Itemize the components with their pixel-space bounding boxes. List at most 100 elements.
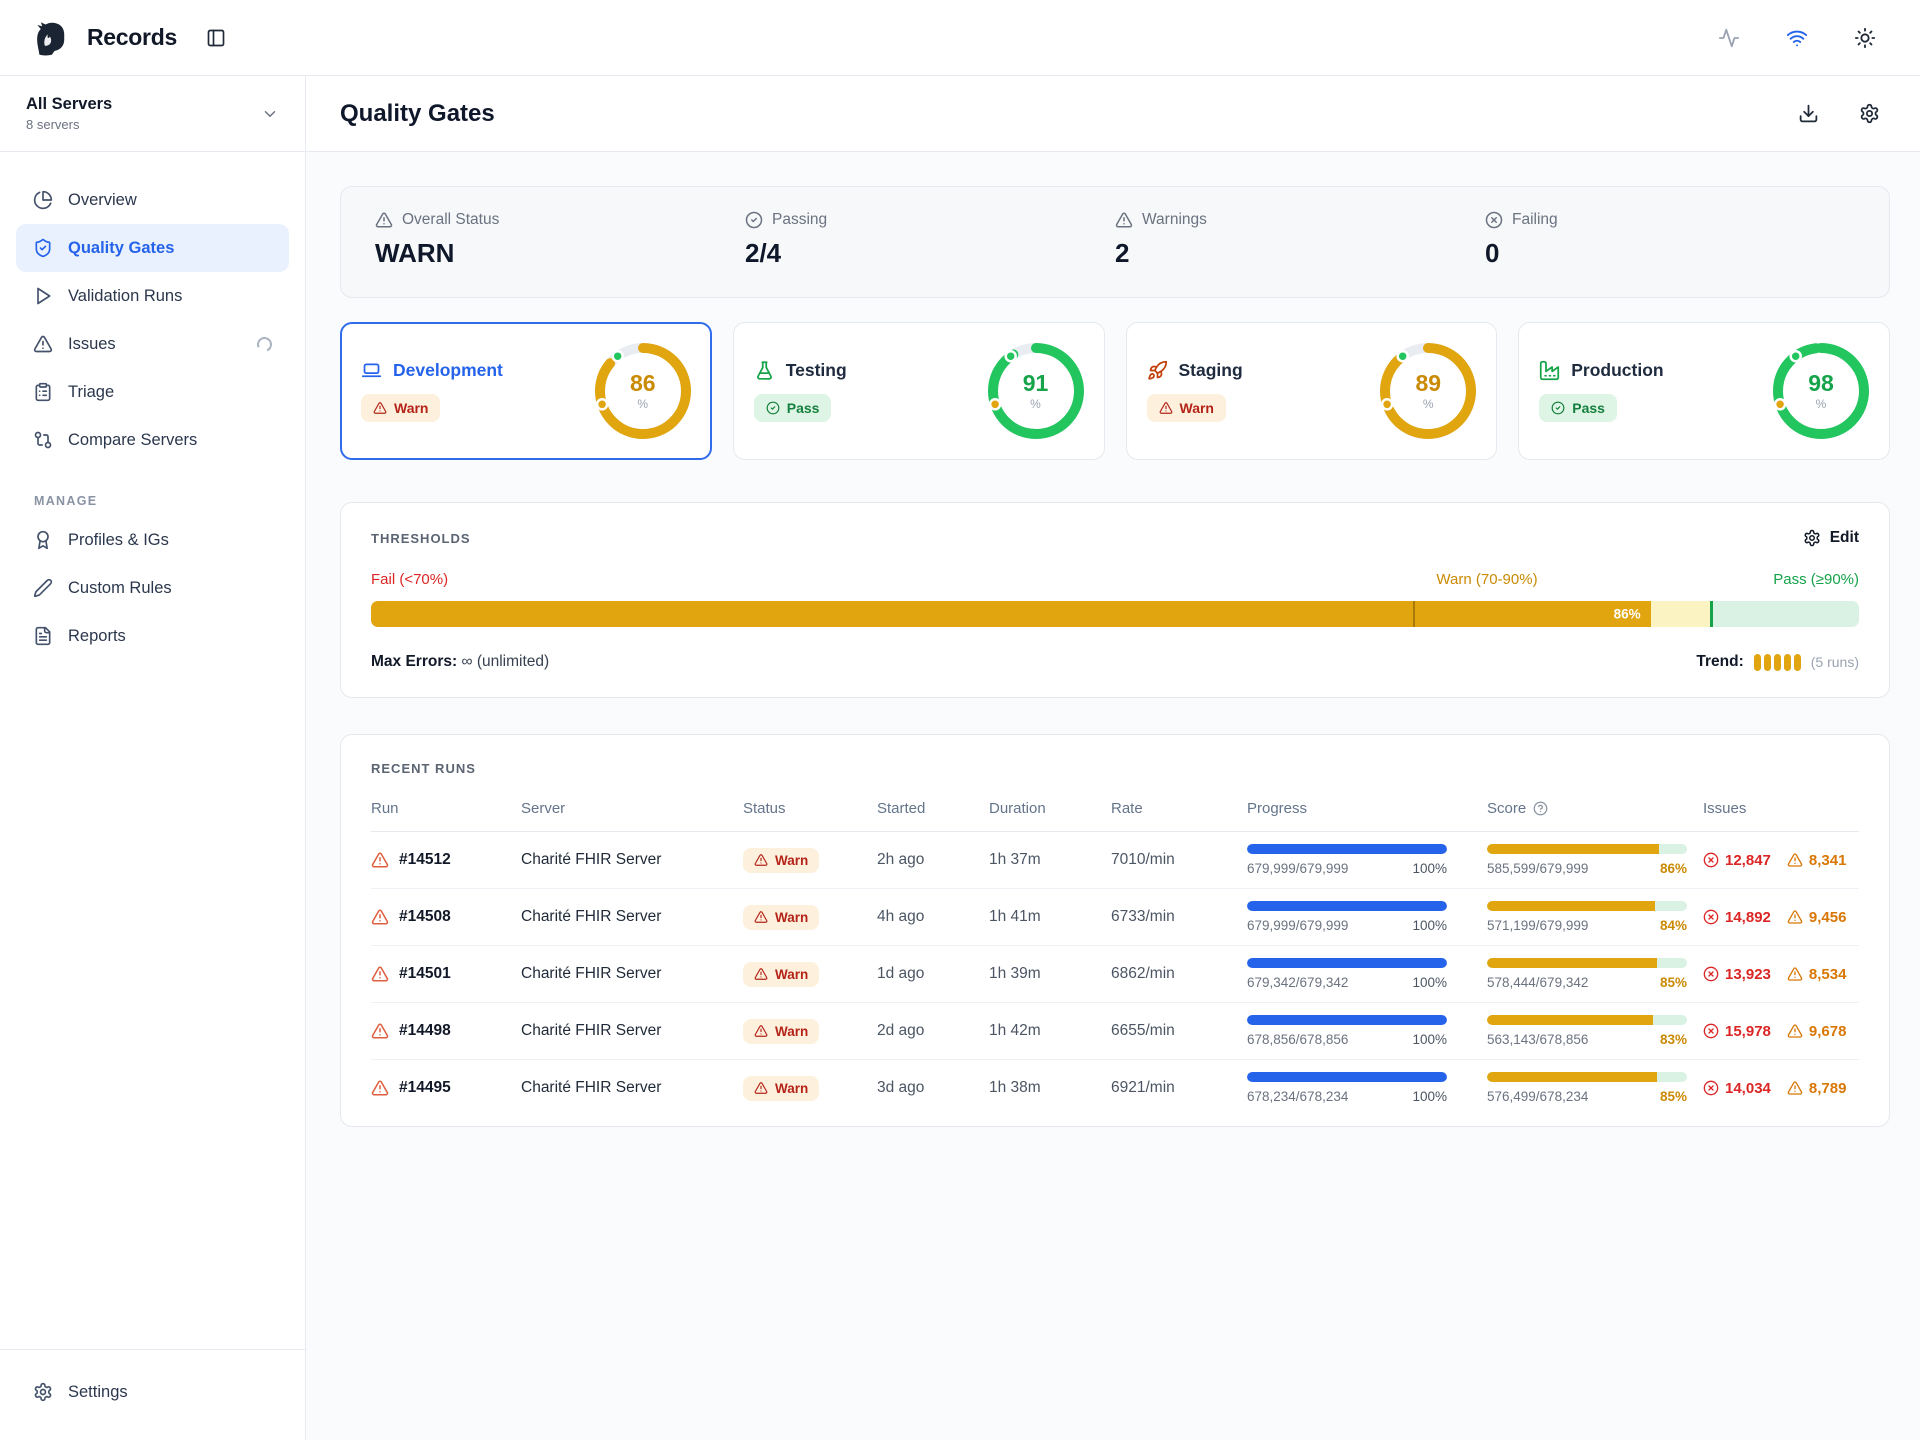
run-cell: #14508 [371, 908, 521, 926]
sidebar-item-profiles-igs[interactable]: Profiles & IGs [16, 516, 289, 564]
sidebar-item-issues[interactable]: Issues [16, 320, 289, 368]
table-row[interactable]: #14501 Charité FHIR Server Warn 1d ago 1… [371, 946, 1859, 1003]
status-badge: Warn [1147, 394, 1226, 422]
env-card-development[interactable]: Development Warn 86 % [340, 322, 712, 460]
run-id: #14495 [399, 1079, 451, 1097]
wifi-icon[interactable] [1786, 27, 1808, 49]
progress-bar [1247, 844, 1447, 854]
column-header-score: Score [1487, 800, 1703, 817]
environment-cards: Development Warn 86 % Testing Pass [340, 322, 1890, 460]
trend-runs-label: (5 runs) [1811, 654, 1859, 670]
column-header-progress: Progress [1247, 800, 1487, 817]
score-bar [1487, 1072, 1687, 1082]
server-selector[interactable]: All Servers 8 servers [0, 76, 305, 152]
loading-spinner-icon [255, 334, 274, 353]
help-circle-icon[interactable] [1533, 801, 1548, 816]
rocket-icon [1147, 360, 1168, 381]
table-row[interactable]: #14498 Charité FHIR Server Warn 2d ago 1… [371, 1003, 1859, 1060]
sidebar-item-label: Validation Runs [68, 287, 182, 306]
run-id: #14498 [399, 1022, 451, 1040]
progress-cell: 679,999/679,999 100% [1247, 901, 1447, 933]
x-circle-icon [1485, 211, 1503, 229]
sidebar-toggle-button[interactable] [206, 28, 226, 48]
app-logo-rhino-icon [30, 17, 72, 59]
trend-bar [1764, 654, 1771, 671]
current-percent-label: 86% [1614, 607, 1641, 622]
sidebar-item-quality-gates[interactable]: Quality Gates [16, 224, 289, 272]
activity-icon[interactable] [1718, 27, 1740, 49]
play-icon [33, 286, 53, 306]
alert-triangle-icon [1787, 1023, 1803, 1039]
download-button[interactable] [1798, 103, 1819, 124]
status-badge: Warn [743, 848, 819, 873]
trend-bar [1794, 654, 1801, 671]
git-compare-icon [33, 430, 53, 450]
alert-triangle-icon [375, 211, 393, 229]
progress-cell: 678,856/678,856 100% [1247, 1015, 1447, 1047]
rate-cell: 6921/min [1111, 1079, 1247, 1097]
issues-cell: 13,923 8,534 [1703, 966, 1859, 983]
app-root: Records All Servers 8 servers Overview Q… [0, 0, 1920, 1440]
status-badge: Warn [361, 394, 440, 422]
status-badge: Pass [1539, 394, 1617, 422]
table-row[interactable]: #14495 Charité FHIR Server Warn 3d ago 1… [371, 1060, 1859, 1116]
error-count: 15,978 [1703, 1023, 1771, 1040]
edit-thresholds-button[interactable]: Edit [1803, 529, 1859, 547]
pass-threshold-label: Pass (≥90%) [1773, 571, 1859, 588]
sidebar-item-compare-servers[interactable]: Compare Servers [16, 416, 289, 464]
sidebar-item-reports[interactable]: Reports [16, 612, 289, 660]
column-header-status: Status [743, 800, 877, 817]
gauge-unit: % [1423, 398, 1434, 410]
run-cell: #14512 [371, 851, 521, 869]
sidebar-item-label: Custom Rules [68, 579, 172, 598]
run-id: #14512 [399, 851, 451, 869]
sidebar-item-settings[interactable]: Settings [16, 1368, 289, 1416]
sidebar-manage-nav: Profiles & IGs Custom Rules Reports [0, 516, 305, 660]
score-bar [1487, 958, 1687, 968]
alert-triangle-icon [754, 1024, 768, 1038]
table-row[interactable]: #14508 Charité FHIR Server Warn 4h ago 1… [371, 889, 1859, 946]
summary-overall-status: Overall Status WARN [375, 211, 745, 269]
alert-triangle-icon [33, 334, 53, 354]
sidebar-item-custom-rules[interactable]: Custom Rules [16, 564, 289, 612]
score-cell: 578,444/679,342 85% [1487, 958, 1687, 990]
status-badge: Warn [743, 1019, 819, 1044]
env-name: Testing [786, 360, 847, 381]
duration-cell: 1h 41m [989, 908, 1111, 926]
warning-count: 8,341 [1787, 852, 1847, 869]
page-title: Quality Gates [340, 100, 495, 128]
alert-triangle-icon [1787, 909, 1803, 925]
duration-cell: 1h 38m [989, 1079, 1111, 1097]
server-selector-subtitle: 8 servers [26, 117, 112, 132]
sun-icon[interactable] [1854, 27, 1876, 49]
thresholds-title: THRESHOLDS [371, 531, 471, 546]
sidebar-item-label: Settings [68, 1383, 128, 1402]
score-bar [1487, 1015, 1687, 1025]
env-name: Production [1571, 360, 1663, 381]
trend-bar [1784, 654, 1791, 671]
alert-triangle-icon [371, 908, 389, 926]
alert-triangle-icon [371, 851, 389, 869]
server-selector-title: All Servers [26, 95, 112, 114]
sidebar-item-validation-runs[interactable]: Validation Runs [16, 272, 289, 320]
table-row[interactable]: #14512 Charité FHIR Server Warn 2h ago 1… [371, 832, 1859, 889]
sidebar-item-label: Quality Gates [68, 239, 174, 258]
column-header-server: Server [521, 800, 743, 817]
summary-failing: Failing 0 [1485, 211, 1855, 269]
duration-cell: 1h 42m [989, 1022, 1111, 1040]
page-settings-button[interactable] [1859, 103, 1880, 124]
run-cell: #14498 [371, 1022, 521, 1040]
env-card-staging[interactable]: Staging Warn 89 % [1126, 322, 1498, 460]
error-count: 13,923 [1703, 966, 1771, 983]
started-cell: 4h ago [877, 908, 989, 926]
summary-value: 2/4 [745, 238, 1115, 269]
rate-cell: 6862/min [1111, 965, 1247, 983]
sidebar-item-label: Issues [68, 335, 116, 354]
env-card-testing[interactable]: Testing Pass 91 % [733, 322, 1105, 460]
duration-cell: 1h 39m [989, 965, 1111, 983]
sidebar-item-overview[interactable]: Overview [16, 176, 289, 224]
alert-triangle-icon [1787, 1080, 1803, 1096]
env-card-production[interactable]: Production Pass 98 % [1518, 322, 1890, 460]
progress-bar [1247, 958, 1447, 968]
sidebar-item-triage[interactable]: Triage [16, 368, 289, 416]
